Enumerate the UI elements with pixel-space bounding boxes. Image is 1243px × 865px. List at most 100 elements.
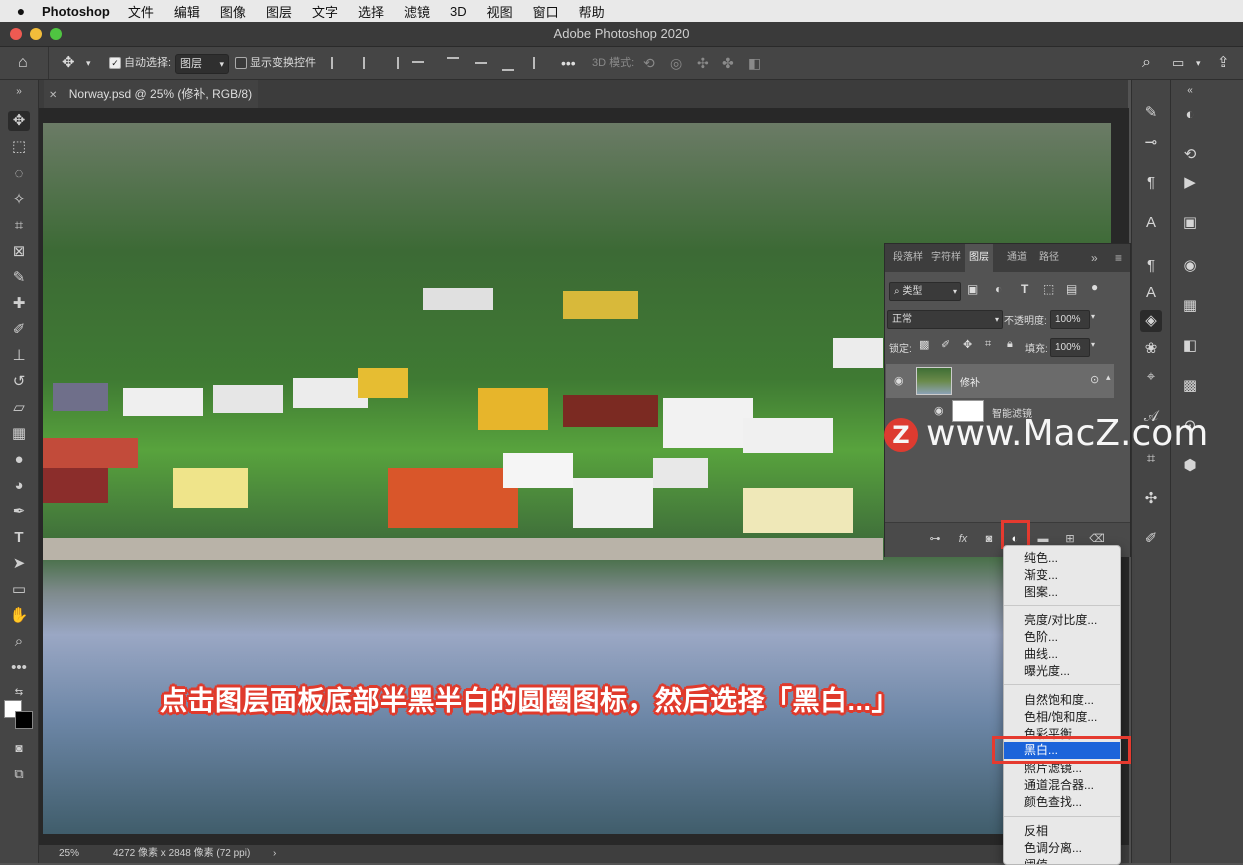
paragraph-panel-icon[interactable]: ¶ [1140,255,1162,277]
menu-view[interactable]: 视图 [487,2,513,21]
collapse-panels-icon[interactable]: « [1179,80,1201,102]
menu-file[interactable]: 文件 [128,2,154,21]
chevron-down-icon[interactable]: ▾ [1091,312,1095,321]
close-window-button[interactable] [10,28,22,40]
tab-layers[interactable]: 图层 [965,244,993,272]
tab-character-styles[interactable]: 字符样 [927,244,965,272]
search-icon[interactable]: ⌕ [1142,47,1151,79]
filter-adjustment-icon[interactable]: ◐ [995,282,1002,296]
menu-item-invert[interactable]: 反相 [1004,823,1120,840]
healing-brush-icon[interactable]: ✚ [8,294,30,314]
distribute-icon[interactable] [412,61,424,69]
menu-type[interactable]: 文字 [312,2,338,21]
align-top-icon[interactable] [447,57,459,71]
rectangle-tool-icon[interactable]: ▭ [8,580,30,600]
menu-item-vibrance[interactable]: 自然饱和度... [1004,692,1120,709]
3d-drag-icon[interactable]: ✣ [697,47,709,79]
link-layers-icon[interactable]: ⊶ [927,531,943,547]
menu-window[interactable]: 窗口 [533,2,559,21]
layer-row[interactable]: ◉ 修补 ⊙ ▴ [886,364,1114,398]
3d-icon[interactable]: ⬢ [1179,455,1201,477]
clone-stamp-icon[interactable]: ⊥ [8,346,30,366]
eraser-icon[interactable]: ▱ [8,398,30,418]
filter-pixel-icon[interactable]: ▣ [967,282,978,296]
menu-edit[interactable]: 编辑 [174,2,200,21]
lock-position-icon[interactable]: ✥ [963,338,972,351]
opacity-input[interactable]: 100% [1050,310,1090,329]
lock-all-icon[interactable]: 🔒︎ [1007,338,1013,351]
align-right-icon[interactable] [385,57,399,69]
3d-camera-icon[interactable]: ◧ [748,47,761,79]
document-tab[interactable]: ✕ Norway.psd @ 25% (修补, RGB/8) * [44,80,258,131]
pen-tool-icon[interactable]: ✒ [8,502,30,522]
zoom-tool-icon[interactable]: ⌕ [8,632,30,652]
lasso-tool-icon[interactable]: ◌ [8,164,30,184]
auto-select-dropdown[interactable]: 图层 ▾ [175,54,229,74]
tab-paragraph-styles[interactable]: 段落样 [889,244,927,272]
menu-item-solid-color[interactable]: 纯色... [1004,550,1120,567]
3d-slide-icon[interactable]: ✤ [722,47,734,79]
expand-tabs-icon[interactable]: » [1087,244,1102,272]
menu-item-threshold[interactable]: 阈值... [1004,857,1120,864]
align-bottom-icon[interactable] [502,57,514,71]
menu-help[interactable]: 帮助 [579,2,605,21]
filter-smart-object-icon[interactable]: ▤ [1066,282,1077,296]
align-middle-icon[interactable] [475,62,487,76]
zoom-level[interactable]: 25% [59,845,79,863]
fill-input[interactable]: 100% [1050,338,1090,357]
menu-item-curves[interactable]: 曲线... [1004,646,1120,663]
eyedropper-icon[interactable]: ✎ [8,268,30,288]
menu-item-channel-mixer[interactable]: 通道混合器... [1004,777,1120,794]
visibility-eye-icon[interactable]: ◉ [894,374,904,387]
align-left-icon[interactable] [331,57,345,69]
marquee-tool-icon[interactable]: ⬚ [8,137,30,157]
share-icon[interactable]: ⇪ [1217,47,1230,79]
close-tab-icon[interactable]: ✕ [49,90,57,101]
move-tool-icon[interactable]: ✥ [8,111,30,131]
lock-transparent-icon[interactable]: ▩ [919,338,929,351]
menu-item-color-lookup[interactable]: 颜色查找... [1004,794,1120,811]
glyphs-icon[interactable]: A [1140,282,1162,304]
lock-artboard-icon[interactable]: ⌗ [985,338,991,351]
auto-select-checkbox[interactable]: ✓ 自动选择: [109,47,171,79]
character-icon[interactable]: A [1140,212,1162,234]
puzzle-icon[interactable]: ✣ [1140,488,1162,510]
history-icon[interactable]: ⟲ [1179,144,1201,166]
collapse-toolbar-icon[interactable]: » [8,82,30,102]
menu-item-exposure[interactable]: 曝光度... [1004,663,1120,680]
brush-settings-icon[interactable]: ✐ [1140,528,1162,550]
workspace-icon[interactable]: ▭ [1172,47,1184,79]
layer-name[interactable]: 修补 [960,374,980,389]
dodge-tool-icon[interactable]: ◕ [8,476,30,496]
align-center-icon[interactable] [357,57,365,69]
move-tool-icon[interactable]: ✥ [62,47,75,79]
type-tool-icon[interactable]: T [8,528,30,548]
libraries-icon[interactable]: ▣ [1179,212,1201,234]
menu-item-gradient[interactable]: 渐变... [1004,567,1120,584]
home-icon[interactable]: ⌂ [18,47,28,79]
swatches-icon[interactable]: ▦ [1179,295,1201,317]
patterns-icon[interactable]: ▩ [1179,375,1201,397]
apple-logo-icon[interactable]: ● [0,3,42,19]
chevron-down-icon[interactable]: ▾ [1196,47,1201,79]
menu-app-name[interactable]: Photoshop [42,4,110,19]
filter-kind-dropdown[interactable]: ⌕ 类型 ▾ [889,282,961,301]
frame-tool-icon[interactable]: ⊠ [8,242,30,262]
history-brush-icon[interactable]: ↺ [8,372,30,392]
menu-item-pattern[interactable]: 图案... [1004,584,1120,601]
hand-tool-icon[interactable]: ✋ [8,606,30,626]
more-options-icon[interactable]: ••• [561,47,576,79]
menu-select[interactable]: 选择 [358,2,384,21]
menu-item-brightness-contrast[interactable]: 亮度/对比度... [1004,612,1120,629]
paragraph-styles-icon[interactable]: ✎ [1140,102,1162,124]
menu-item-posterize[interactable]: 色调分离... [1004,840,1120,857]
distribute-vertical-icon[interactable] [533,57,547,69]
menu-3d[interactable]: 3D [450,4,467,19]
gradient-tool-icon[interactable]: ▦ [8,424,30,444]
filter-toggle-icon[interactable]: ● [1091,280,1098,294]
quick-mask-icon[interactable]: ◙ [8,738,30,758]
adjustments-icon[interactable]: ◐ [1179,104,1201,126]
blend-mode-dropdown[interactable]: 正常 ▾ [887,310,1003,329]
menu-item-levels[interactable]: 色阶... [1004,629,1120,646]
layers-icon[interactable]: ◈ [1140,310,1162,332]
